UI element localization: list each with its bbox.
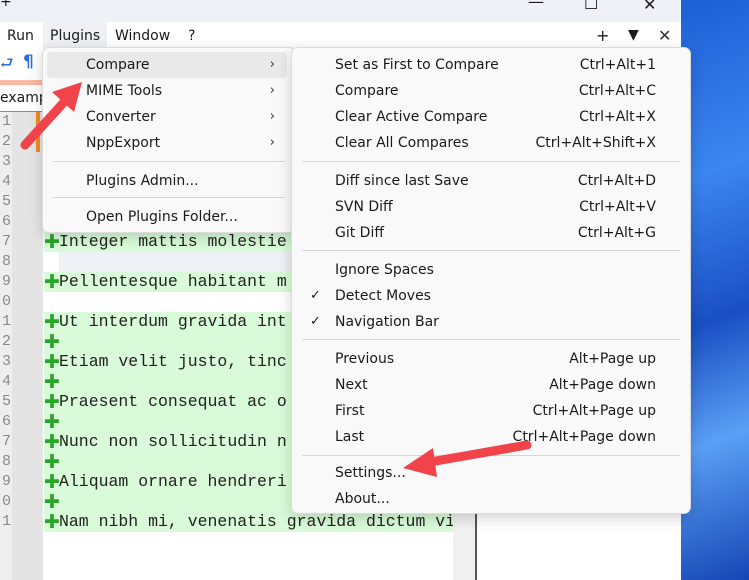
annotation-arrows bbox=[20, 82, 532, 477]
arrow-to-settings bbox=[403, 440, 532, 477]
arrow-to-compare bbox=[20, 82, 82, 150]
